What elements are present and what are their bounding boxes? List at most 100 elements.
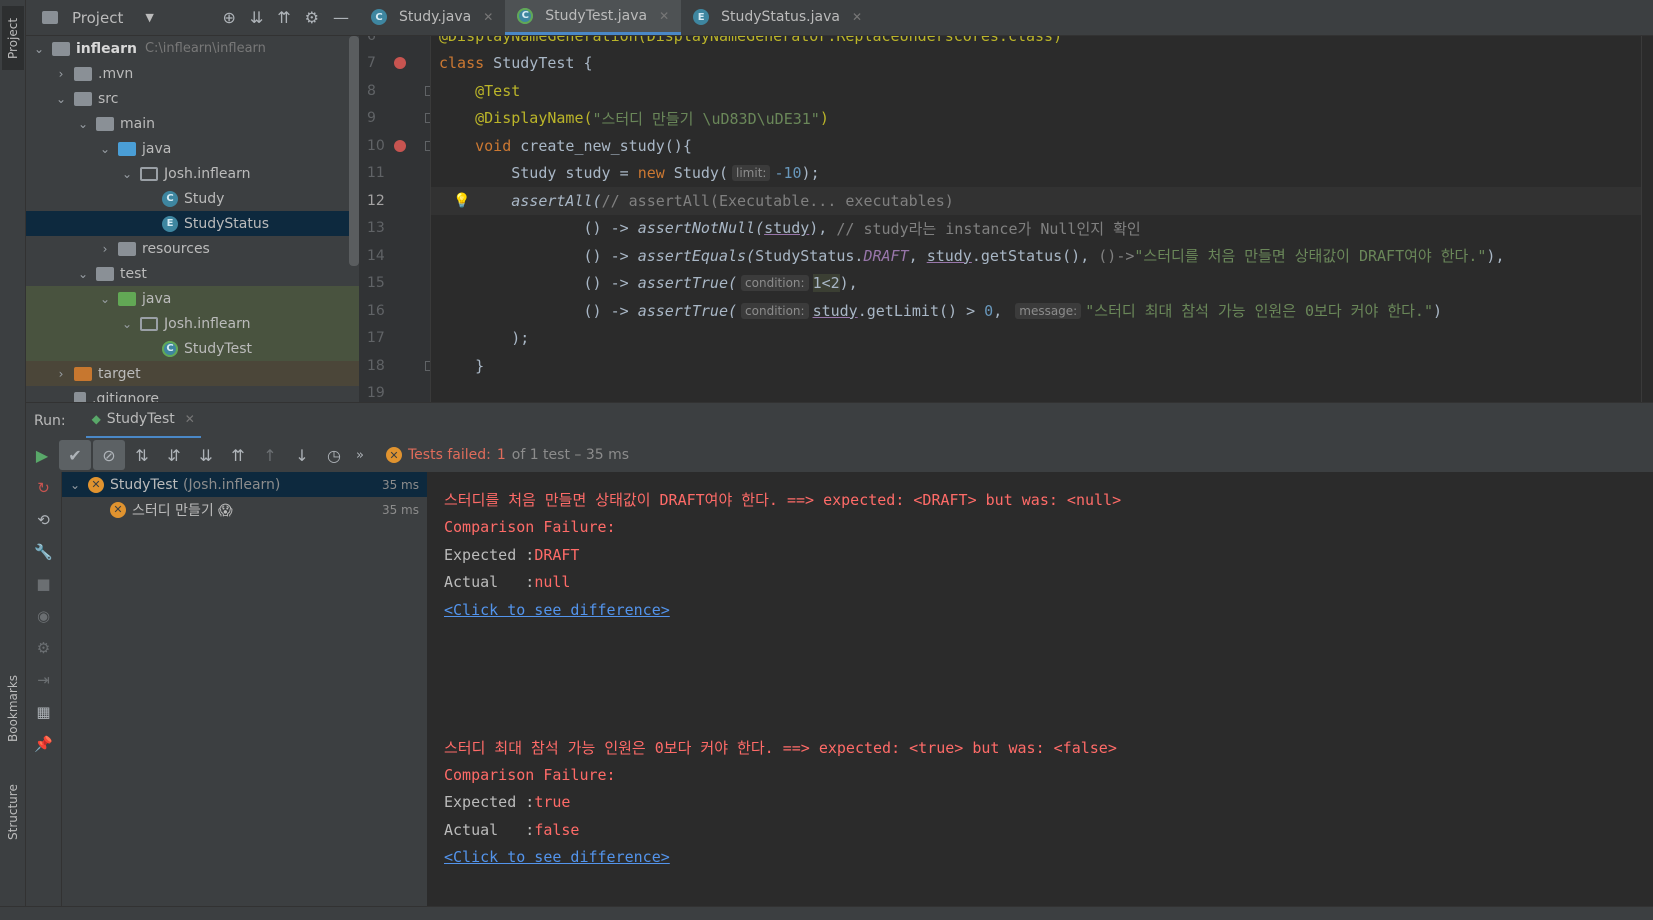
bookmarks-tool-tab[interactable]: Bookmarks: [2, 660, 24, 756]
chevron-down-icon[interactable]: ⌄: [32, 42, 46, 56]
run-test-icon[interactable]: [394, 57, 406, 70]
show-ignored-button[interactable]: ⊘: [93, 440, 125, 470]
tree-item-label: java: [142, 140, 172, 157]
expand-all-icon[interactable]: ⇊: [250, 8, 263, 27]
code-editor[interactable]: @DisplayNameGeneration(DisplayNameGenera…: [431, 36, 1653, 402]
lightbulb-icon[interactable]: 💡: [453, 193, 470, 209]
tab-studystatus-java[interactable]: E StudyStatus.java ✕: [681, 0, 874, 35]
tree-item-main-java[interactable]: ⌄ java: [26, 136, 359, 161]
rerun-failed-icon[interactable]: ↻: [26, 472, 61, 504]
tree-item-resources[interactable]: › resources: [26, 236, 359, 261]
chevron-right-icon[interactable]: ›: [54, 367, 68, 381]
tree-item-src[interactable]: ⌄ src: [26, 86, 359, 111]
run-label: Run:: [34, 412, 66, 429]
test-console-output[interactable]: 스터디를 처음 만들면 상태값이 DRAFT여야 한다. ==> expecte…: [428, 472, 1653, 906]
editor-scrollbar[interactable]: [1641, 36, 1653, 402]
test-results-tree: ⌄ ✕ StudyTest (Josh.inflearn) 35 ms ✕ 스터…: [62, 472, 428, 906]
close-icon[interactable]: ✕: [659, 9, 669, 23]
sort-duration-button[interactable]: ⇵: [158, 440, 190, 470]
tree-item-main-package[interactable]: ⌄ Josh.inflearn: [26, 161, 359, 186]
chevron-down-icon[interactable]: ⌄: [68, 478, 82, 492]
status-prefix: Tests failed:: [408, 447, 491, 463]
show-passed-button[interactable]: ✔: [59, 440, 91, 470]
wrench-icon[interactable]: 🔧: [26, 536, 61, 568]
tree-item-test[interactable]: ⌄ test: [26, 261, 359, 286]
chevron-right-icon[interactable]: ›: [98, 242, 112, 256]
close-icon[interactable]: ✕: [852, 10, 862, 24]
tree-item-label: main: [120, 115, 155, 132]
test-history-button[interactable]: ◷: [318, 440, 350, 470]
chevron-down-icon[interactable]: ⌄: [76, 117, 90, 131]
pin-icon[interactable]: 📌: [26, 728, 61, 760]
tree-item-label: Josh.inflearn: [164, 315, 251, 332]
test-run-icon: ◆: [91, 412, 101, 426]
more-icon[interactable]: »: [350, 440, 370, 470]
hide-icon[interactable]: —: [333, 8, 349, 27]
tree-item-test-package[interactable]: ⌄ Josh.inflearn: [26, 311, 359, 336]
settings-icon[interactable]: ⚙: [26, 632, 61, 664]
file-icon: [74, 391, 86, 402]
chevron-down-icon[interactable]: ⌄: [98, 142, 112, 156]
test-suite-row[interactable]: ⌄ ✕ StudyTest (Josh.inflearn) 35 ms: [62, 472, 427, 497]
parameter-hint: condition:: [741, 275, 809, 292]
line-number: 7: [359, 50, 430, 78]
run-tab-studytest[interactable]: ◆ StudyTest ✕: [85, 403, 201, 439]
test-class-icon: C: [517, 7, 534, 24]
collapse-all-icon[interactable]: ⇈: [277, 8, 290, 27]
camera-icon[interactable]: ◉: [26, 600, 61, 632]
project-tool-tab[interactable]: Project: [2, 6, 24, 70]
folder-icon: [74, 66, 92, 81]
tree-item-test-java[interactable]: ⌄ java: [26, 286, 359, 311]
gear-icon[interactable]: ⚙: [305, 8, 319, 27]
chevron-down-icon[interactable]: ⌄: [120, 167, 134, 181]
locate-icon[interactable]: ⊕: [222, 8, 235, 27]
code-line: }: [475, 356, 485, 375]
close-icon[interactable]: ✕: [483, 10, 493, 24]
run-test-icon[interactable]: [394, 139, 406, 152]
chevron-down-icon[interactable]: ⌄: [120, 317, 134, 331]
expand-all-button[interactable]: ⇊: [190, 440, 222, 470]
tree-item-inflearn[interactable]: ⌄ inflearn C:\inflearn\inflearn: [26, 36, 359, 61]
module-folder-icon: [52, 41, 70, 56]
failure-message: 스터디를 처음 만들면 상태값이 DRAFT여야 한다. ==> expecte…: [444, 491, 1122, 510]
tree-item-studytest[interactable]: C StudyTest: [26, 336, 359, 361]
sort-alpha-button[interactable]: ⇅: [126, 440, 158, 470]
chevron-down-icon[interactable]: ⌄: [54, 92, 68, 106]
tree-scrollbar[interactable]: [349, 36, 359, 266]
test-class-icon: C: [162, 340, 178, 357]
chevron-right-icon[interactable]: ›: [54, 67, 68, 81]
run-tab-label: StudyTest: [106, 411, 175, 427]
export-icon[interactable]: ⇥: [26, 664, 61, 696]
chevron-down-icon[interactable]: ⌄: [76, 267, 90, 281]
tab-study-java[interactable]: C Study.java ✕: [359, 0, 505, 35]
click-to-see-difference-link[interactable]: <Click to see difference>: [444, 848, 670, 866]
code-line: () -> assertTrue(condition: study .getLimi…: [583, 301, 1443, 321]
tree-item-study[interactable]: C Study: [26, 186, 359, 211]
tab-studytest-java[interactable]: C StudyTest.java ✕: [505, 0, 682, 35]
tree-item-gitignore[interactable]: .gitignore: [26, 386, 359, 402]
code-line: class StudyTest {: [439, 54, 593, 73]
stop-icon[interactable]: ■: [26, 568, 61, 600]
chevron-down-icon[interactable]: ⌄: [98, 292, 112, 306]
test-case-name: 스터디 만들기 😱: [132, 502, 233, 519]
close-icon[interactable]: ✕: [185, 412, 195, 426]
test-case-row[interactable]: ✕ 스터디 만들기 😱 35 ms: [62, 497, 427, 522]
structure-tool-tab[interactable]: Structure: [2, 770, 24, 854]
click-to-see-difference-link[interactable]: <Click to see difference>: [444, 601, 670, 619]
rerun-button[interactable]: ▶: [26, 440, 58, 470]
tree-item-studystatus[interactable]: E StudyStatus: [26, 211, 359, 236]
tree-item-main[interactable]: ⌄ main: [26, 111, 359, 136]
tree-item-target[interactable]: › target: [26, 361, 359, 386]
tree-item-label: test: [120, 265, 147, 282]
tree-item-mvn[interactable]: › .mvn: [26, 61, 359, 86]
project-view-selector[interactable]: Project ▼: [26, 9, 154, 27]
package-icon: [140, 316, 158, 331]
toggle-auto-test-icon[interactable]: ⟲: [26, 504, 61, 536]
next-failed-button[interactable]: ↓: [286, 440, 318, 470]
diff-link-row: <Click to see difference>: [444, 844, 1653, 872]
collapse-all-button[interactable]: ⇈: [222, 440, 254, 470]
actual-line: Actual : null: [444, 573, 571, 592]
layout-icon[interactable]: ▦: [26, 696, 61, 728]
previous-failed-button[interactable]: ↑: [254, 440, 286, 470]
